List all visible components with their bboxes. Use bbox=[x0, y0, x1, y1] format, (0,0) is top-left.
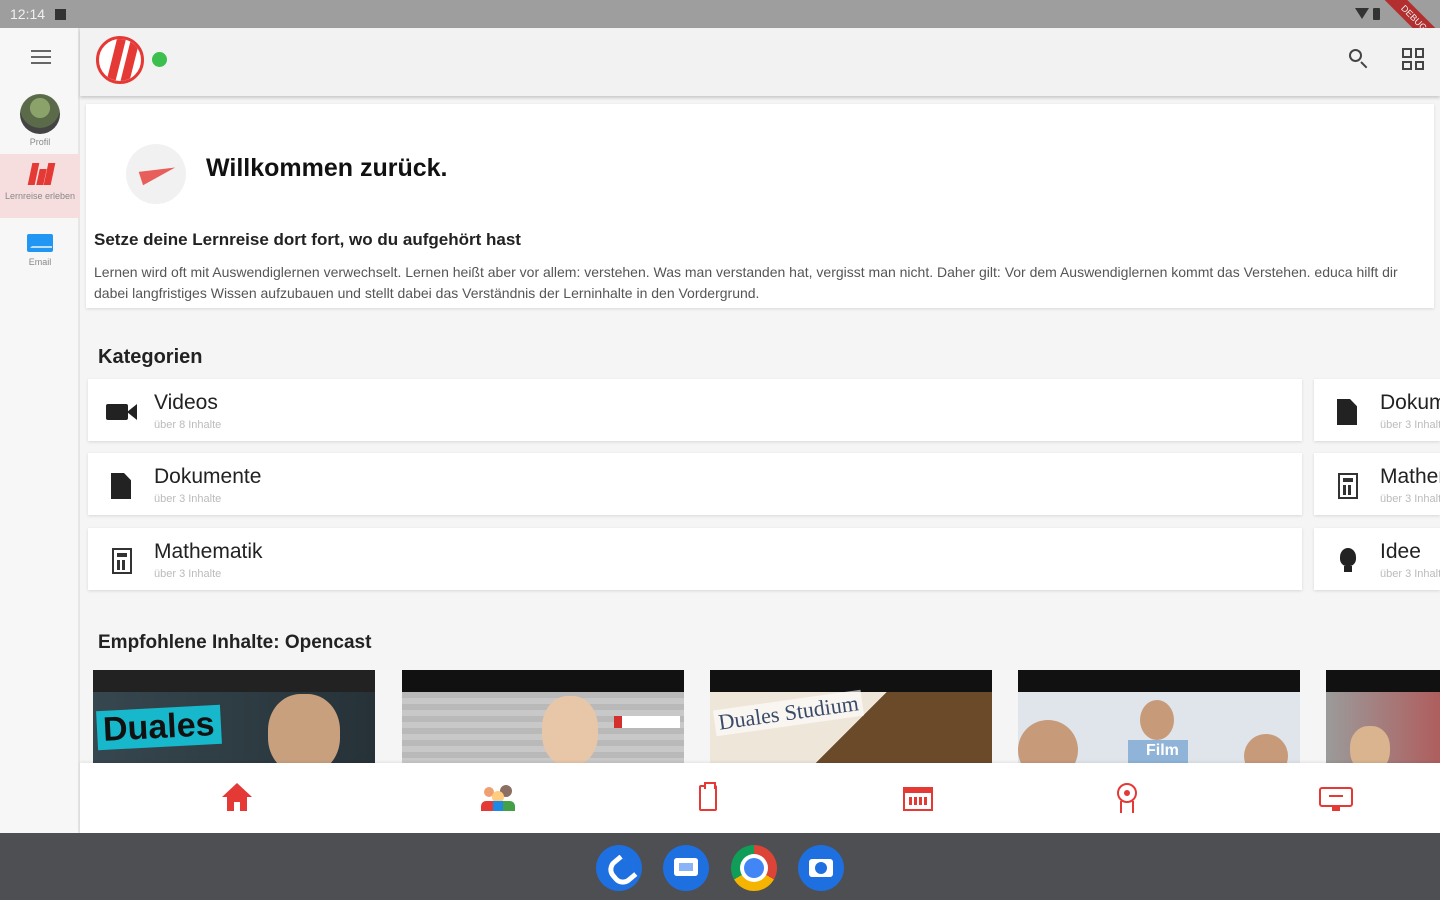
welcome-subtitle: Setze deine Lernreise dort fort, wo du a… bbox=[94, 230, 521, 249]
hamburger-menu-icon[interactable] bbox=[31, 50, 51, 68]
home-icon[interactable] bbox=[220, 783, 254, 815]
welcome-title: Willkommen zurück. bbox=[206, 154, 448, 182]
status-time: 12:14 bbox=[10, 6, 46, 22]
educa-logo-icon[interactable] bbox=[96, 36, 144, 84]
video-thumbnail[interactable] bbox=[402, 670, 684, 763]
category-count: über 3 Inhalte bbox=[1380, 568, 1440, 580]
person-image bbox=[536, 690, 604, 763]
category-card-mathematik[interactable]: Mathematik über 3 Inhalte bbox=[88, 528, 1302, 590]
category-card-videos[interactable]: Videos über 8 Inhalte bbox=[88, 379, 1302, 441]
rail-item-profil[interactable]: Profil bbox=[0, 94, 80, 150]
phone-app-icon[interactable] bbox=[596, 845, 642, 891]
notification-icon bbox=[55, 8, 67, 20]
category-count: über 3 Inhalte bbox=[154, 493, 222, 505]
people-icon[interactable] bbox=[481, 783, 515, 815]
category-count: über 3 Inhalte bbox=[1380, 419, 1440, 431]
category-card-mathematik[interactable]: Mathematik über 3 Inhalte bbox=[1314, 453, 1440, 515]
recommended-title: Empfohlene Inhalte: Opencast bbox=[98, 632, 372, 653]
bottom-navigation bbox=[80, 763, 1440, 833]
person-image bbox=[1350, 726, 1390, 763]
system-dock bbox=[0, 833, 1440, 900]
status-icons bbox=[1355, 8, 1380, 20]
rail-item-email[interactable]: Email bbox=[0, 234, 80, 274]
mail-icon bbox=[27, 234, 53, 252]
welcome-text: Lernen wird oft mit Auswendiglernen verw… bbox=[94, 264, 1398, 301]
clipboard-icon[interactable] bbox=[691, 782, 725, 815]
video-thumbnail[interactable] bbox=[1326, 670, 1440, 763]
category-card-dokumente[interactable]: Dokumente über 3 Inhalte bbox=[1314, 379, 1440, 441]
qr-code-icon[interactable] bbox=[1402, 48, 1424, 70]
camera-app-icon[interactable] bbox=[798, 845, 844, 891]
calculator-icon bbox=[1332, 473, 1362, 499]
category-name: Mathematik bbox=[154, 540, 263, 563]
document-icon bbox=[1332, 399, 1362, 425]
calendar-icon[interactable] bbox=[901, 783, 935, 815]
lightbulb-icon bbox=[1332, 548, 1362, 574]
battery-icon bbox=[1373, 8, 1380, 20]
search-icon[interactable] bbox=[1348, 48, 1370, 70]
category-name: Dokumente bbox=[1380, 391, 1440, 414]
category-card-idee[interactable]: Idee über 3 Inhalte bbox=[1314, 528, 1440, 590]
rail-item-label: Email bbox=[28, 257, 52, 267]
presentation-icon[interactable] bbox=[1319, 783, 1353, 815]
categories-title: Kategorien bbox=[98, 346, 203, 368]
avatar bbox=[20, 94, 60, 134]
certificate-icon[interactable] bbox=[1110, 783, 1144, 815]
app-bar bbox=[80, 28, 1440, 96]
category-card-dokumente[interactable]: Dokumente über 3 Inhalte bbox=[88, 453, 1302, 515]
thumbnail-text: Duales bbox=[96, 704, 222, 751]
rail-item-label: Lernreise erleben bbox=[4, 191, 76, 201]
paper-plane-icon bbox=[126, 144, 186, 204]
document-icon bbox=[106, 473, 136, 499]
category-count: über 3 Inhalte bbox=[154, 568, 222, 580]
category-count: über 8 Inhalte bbox=[154, 419, 222, 431]
main-content: Willkommen zurück. Setze deine Lernreise… bbox=[80, 96, 1440, 763]
video-camera-icon bbox=[106, 399, 137, 425]
video-thumbnail[interactable]: Film bbox=[1018, 670, 1300, 763]
video-thumbnail[interactable]: Duales Studium bbox=[710, 670, 992, 763]
rail-item-lernreise[interactable]: Lernreise erleben bbox=[0, 154, 80, 218]
sign-image bbox=[614, 716, 680, 728]
navigation-rail: Profil Lernreise erleben Email bbox=[0, 28, 80, 833]
system-status-bar: 12:14 DEBUG bbox=[0, 0, 1440, 67]
wifi-icon bbox=[1355, 8, 1369, 19]
chrome-app-icon[interactable] bbox=[731, 845, 777, 891]
rail-item-label: Profil bbox=[29, 137, 51, 147]
category-name: Videos bbox=[154, 391, 218, 414]
calculator-icon bbox=[106, 548, 136, 574]
category-count: über 3 Inhalte bbox=[1380, 493, 1440, 505]
thumbnail-text: Film bbox=[1146, 742, 1179, 759]
category-name: Dokumente bbox=[154, 465, 262, 488]
messages-app-icon[interactable] bbox=[663, 845, 709, 891]
app-logo-icon bbox=[24, 160, 56, 188]
welcome-card: Willkommen zurück. Setze deine Lernreise… bbox=[86, 104, 1434, 308]
person-image bbox=[268, 694, 340, 763]
online-status-indicator bbox=[152, 52, 167, 67]
category-name: Mathematik bbox=[1380, 465, 1440, 488]
video-thumbnail[interactable]: Duales bbox=[93, 670, 375, 763]
category-name: Idee bbox=[1380, 540, 1421, 563]
